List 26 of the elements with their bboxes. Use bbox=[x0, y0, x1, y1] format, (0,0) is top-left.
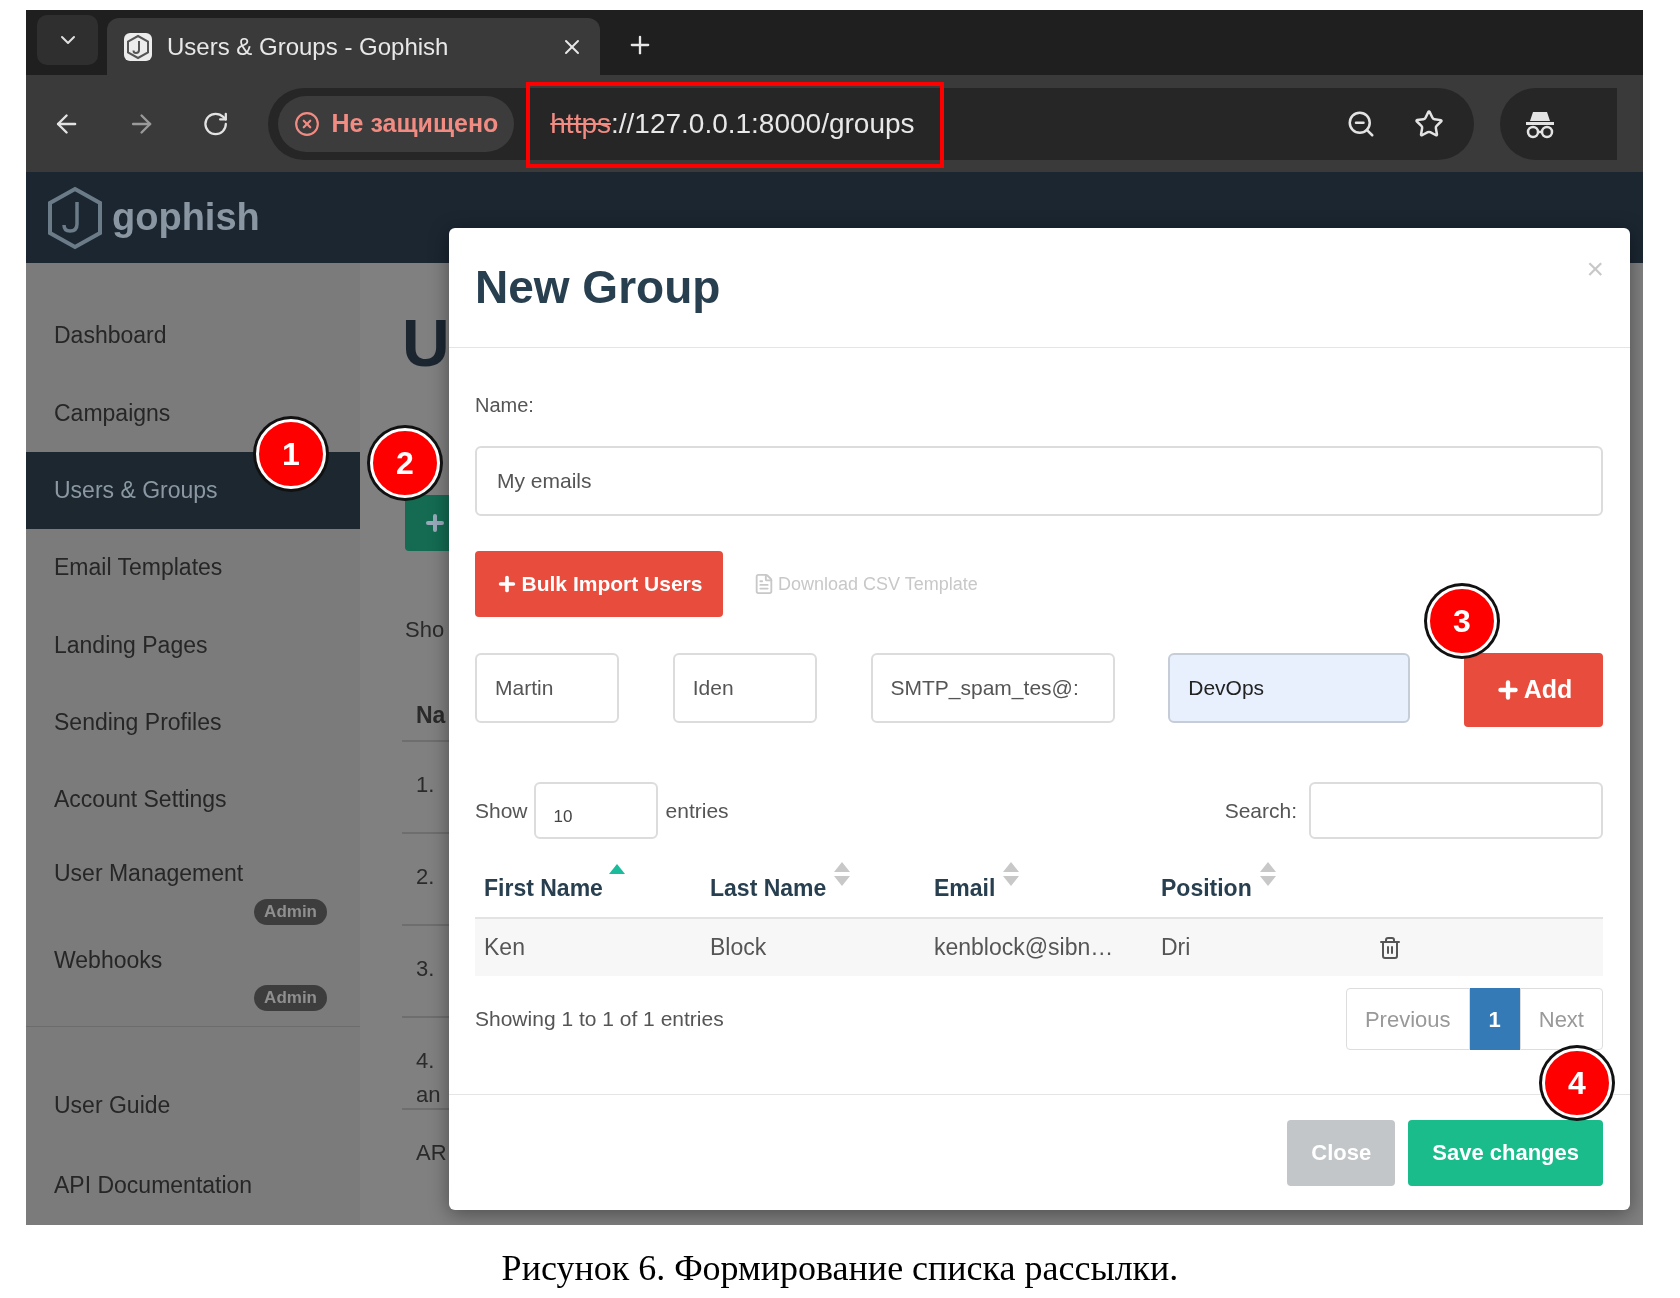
table-cell-text: 3. bbox=[416, 955, 436, 983]
admin-badge: Admin bbox=[254, 984, 327, 1011]
show-entries-label: Sho bbox=[405, 616, 445, 644]
tab-title: Users & Groups - Gophish bbox=[167, 31, 450, 62]
entries-info: Showing 1 to 1 of 1 entries bbox=[475, 1006, 724, 1033]
column-header: Na bbox=[416, 701, 446, 730]
url-text: https://127.0.0.1:8000/groups bbox=[550, 106, 915, 141]
table-cell: Ken bbox=[484, 934, 525, 961]
table-cell-text: an bbox=[416, 1081, 442, 1109]
search-label: Search: bbox=[1224, 797, 1297, 824]
figure-caption: Рисунок 6. Формирование списка рассылки. bbox=[501, 1247, 1179, 1290]
table-cell-text: 1. bbox=[416, 771, 436, 799]
table-cell: kenblock@sibn… bbox=[934, 934, 1114, 961]
table-cell-text: 4. bbox=[416, 1047, 436, 1075]
entries-label: entries bbox=[665, 797, 729, 824]
table-cell: Block bbox=[710, 934, 767, 961]
show-label: Show bbox=[475, 797, 528, 824]
security-label: Не защищено bbox=[331, 107, 499, 139]
admin-badge: Admin bbox=[254, 898, 327, 925]
dialog-title: New Group bbox=[475, 260, 721, 315]
brand-name: gophish bbox=[112, 195, 260, 240]
table-cell-text: 2. bbox=[416, 863, 436, 891]
table-cell-text: AR bbox=[416, 1139, 448, 1167]
name-label: Name: bbox=[475, 393, 535, 418]
table-cell: Dri bbox=[1161, 934, 1191, 961]
page-title: U bbox=[402, 305, 450, 382]
